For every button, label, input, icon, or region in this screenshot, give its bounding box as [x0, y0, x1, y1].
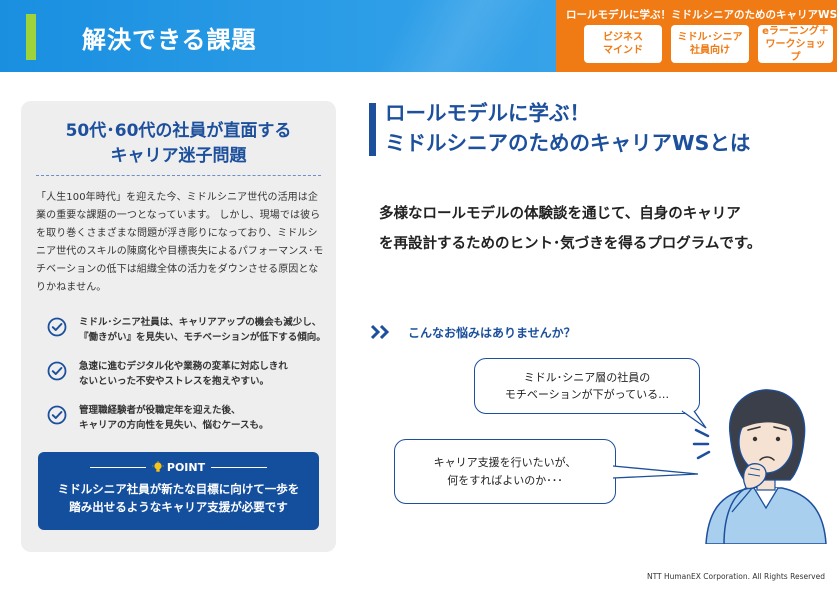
speech-bubble-support: キャリア支援を行いたいが、 何をすればよいのか･･･ [394, 439, 616, 504]
bubble-tail [612, 465, 699, 479]
point-box: POINT ミドルシニア社員が新たな目標に向けて一歩を 踏み出せるようなキャリア… [38, 452, 319, 530]
tag-middle-senior: ミドル･シニア 社員向け [671, 25, 749, 63]
tag-elearning-workshop: eラーニング＋ ワークショップ [758, 25, 833, 63]
point-text: ミドルシニア社員が新たな目標に向けて一歩を 踏み出せるようなキャリア支援が必要で… [57, 482, 300, 515]
speech-bubble-motivation: ミドル･シニア層の社員の モチベーションが下がっている… [474, 358, 700, 414]
worry-label: こんなお悩みはありませんか？ [408, 325, 576, 340]
thinking-person-illustration [692, 389, 827, 544]
check-item: ミドル･シニア社員は、キャリアアップの機会も減少し、 『働きがい』を見失い、モチ… [47, 315, 332, 355]
double-chevron-icon [370, 324, 390, 340]
point-divider-left [89, 466, 146, 468]
copyright-notice: NTT HumanEX Corporation. All Rights Rese… [646, 572, 825, 581]
tag-business-mind: ビジネス マインド [584, 25, 662, 63]
lightbulb-icon [152, 460, 164, 472]
panel-body-text: 「人生100年時代」を迎えた今、ミドルシニア世代の活用は企業の重要な課題の一つと… [36, 192, 324, 293]
panel-divider [36, 175, 321, 176]
check-circle-icon [47, 405, 67, 425]
check-circle-icon [47, 317, 67, 337]
page-title: 解決できる課題 [82, 26, 257, 54]
check-text: ミドル･シニア社員は、キャリアアップの機会も減少し、 『働きがい』を見失い、モチ… [79, 317, 326, 344]
panel-title: 50代･60代の社員が直面する キャリア迷子問題 [65, 121, 292, 166]
check-item: 管理職経験者が役職定年を迎えた後、 キャリアの方向性を見失い、悩むケースも。 [47, 403, 332, 443]
check-item: 急速に進むデジタル化や業務の変革に対応しきれ ないといった不安やストレスを抱えや… [47, 359, 332, 399]
check-circle-icon [47, 361, 67, 381]
program-info-box: ロールモデルに学ぶ！ミドルシニアのためのキャリアWS ビジネス マインド ミドル… [556, 0, 837, 72]
point-divider-right [211, 466, 268, 468]
header-accent-bar [26, 14, 36, 60]
point-label: POINT [152, 460, 206, 474]
heading-accent-bar [369, 103, 376, 156]
point-label-text: POINT [166, 460, 206, 474]
check-text: 管理職経験者が役職定年を迎えた後、 キャリアの方向性を見失い、悩むケースも。 [79, 405, 269, 432]
worry-section-header: こんなお悩みはありませんか？ [370, 322, 576, 342]
program-description: 多様なロールモデルの体験談を通じて、自身のキャリア を再設計するためのヒント･気… [379, 206, 762, 252]
check-text: 急速に進むデジタル化や業務の変革に対応しきれ ないといった不安やストレスを抱えや… [79, 361, 288, 388]
point-header: POINT [38, 460, 319, 474]
problem-panel: 50代･60代の社員が直面する キャリア迷子問題 「人生100年時代」を迎えた今… [21, 101, 336, 552]
main-heading: ロールモデルに学ぶ！ ミドルシニアのためのキャリアWSとは [385, 101, 751, 155]
program-title: ロールモデルに学ぶ！ミドルシニアのためのキャリアWS [566, 9, 837, 21]
